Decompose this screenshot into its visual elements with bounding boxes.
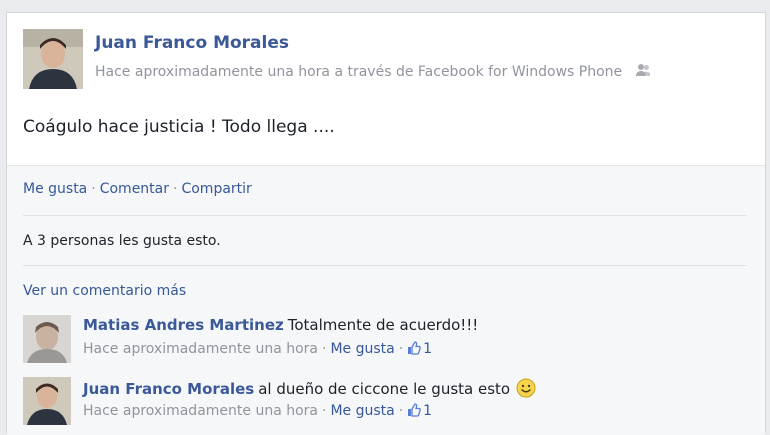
post-meta: Hace aproximadamente una hora a través d… bbox=[95, 63, 651, 81]
divider bbox=[23, 265, 747, 266]
comment-like-button[interactable]: Me gusta bbox=[330, 403, 394, 419]
separator: · bbox=[322, 403, 327, 419]
comment-timestamp[interactable]: Hace aproximadamente una hora bbox=[83, 403, 318, 419]
comment-body: Matias Andres Martinez Totalmente de acue… bbox=[83, 316, 478, 334]
divider bbox=[23, 215, 747, 216]
comment-timestamp[interactable]: Hace aproximadamente una hora bbox=[83, 341, 318, 357]
comment-like-count[interactable]: 1 bbox=[423, 403, 432, 419]
comment-like-count[interactable]: 1 bbox=[423, 341, 432, 357]
comment-text: al dueño de ciccone le gusta esto bbox=[258, 380, 511, 398]
separator: · bbox=[398, 341, 404, 357]
post-timestamp[interactable]: Hace aproximadamente una hora a través d… bbox=[95, 64, 622, 80]
thumbs-up-icon[interactable] bbox=[407, 403, 421, 421]
share-button[interactable]: Compartir bbox=[181, 181, 251, 197]
smiley-icon bbox=[516, 378, 536, 402]
commenter-name[interactable]: Matias Andres Martinez bbox=[83, 316, 284, 334]
likes-summary[interactable]: A 3 personas les gusta esto. bbox=[23, 233, 221, 249]
author-avatar[interactable] bbox=[23, 29, 83, 89]
comment-meta: Hace aproximadamente una hora · Me gusta · 1 bbox=[83, 403, 432, 421]
post-text: Coágulo hace justicia ! Todo llega .... bbox=[23, 117, 335, 137]
post-author-name[interactable]: Juan Franco Morales bbox=[95, 33, 289, 53]
like-button[interactable]: Me gusta bbox=[23, 181, 87, 197]
comment-like-button[interactable]: Me gusta bbox=[330, 341, 394, 357]
friends-icon[interactable] bbox=[635, 63, 651, 81]
view-more-comments[interactable]: Ver un comentario más bbox=[23, 283, 186, 299]
commenter-avatar[interactable] bbox=[23, 377, 71, 425]
separator: · bbox=[398, 403, 404, 419]
separator: · bbox=[91, 181, 96, 197]
post-actions: Me gusta · Comentar · Compartir bbox=[23, 181, 252, 197]
comment-text: Totalmente de acuerdo!!! bbox=[287, 316, 479, 334]
thumbs-up-icon[interactable] bbox=[407, 341, 421, 359]
comment-body: Juan Franco Morales al dueño de ciccone l… bbox=[83, 378, 536, 402]
commenter-avatar[interactable] bbox=[23, 315, 71, 363]
separator: · bbox=[322, 341, 327, 357]
commenter-name[interactable]: Juan Franco Morales bbox=[83, 380, 254, 398]
separator: · bbox=[173, 181, 178, 197]
comment-meta: Hace aproximadamente una hora · Me gusta · 1 bbox=[83, 341, 432, 359]
post-card: Juan Franco Morales Hace aproximadamente… bbox=[6, 12, 766, 435]
comment-button[interactable]: Comentar bbox=[100, 181, 169, 197]
